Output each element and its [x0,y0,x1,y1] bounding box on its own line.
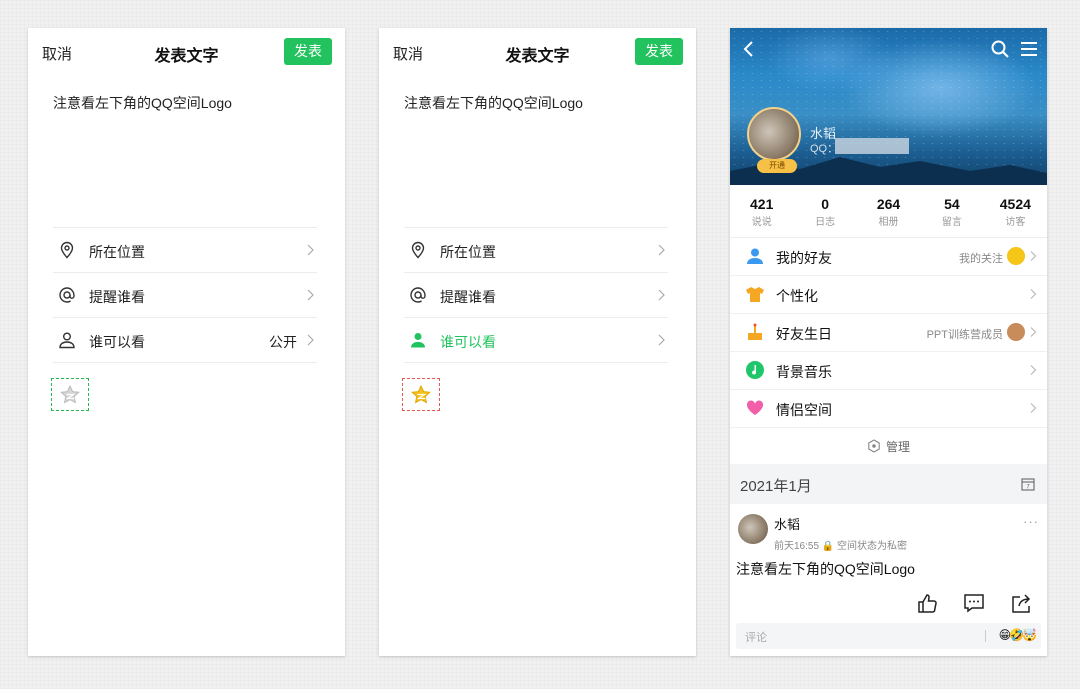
post-meta: 前天16:55 🔒 空间状态为私密 [774,541,908,552]
stat-album[interactable]: 264 相册 [857,185,920,237]
search-icon[interactable] [989,38,1011,60]
option-location[interactable]: 所在位置 [404,228,668,273]
menu-item-personalize[interactable]: 个性化 [730,276,1047,314]
menu-item-music[interactable]: 背景音乐 [730,352,1047,390]
profile-stats: 421 说说 0 日志 264 相册 54 留言 4524 访客 [730,185,1047,238]
avatar[interactable] [747,107,801,161]
heart-icon [746,400,764,415]
chevron-right-icon [307,334,314,346]
stat-messages[interactable]: 54 留言 [920,185,983,237]
at-sign-icon [410,287,426,303]
music-note-icon [746,361,764,379]
comment-icon[interactable] [963,592,985,614]
location-pin-icon [60,241,74,259]
chevron-right-icon [307,289,314,301]
compose-screen-unselected: 取消 发表文字 发表 注意看左下角的QQ空间Logo 所在位置 提醒谁看 谁可以… [28,28,345,656]
person-filled-icon [411,333,425,348]
birthday-cake-icon [748,323,762,340]
option-visibility-label: 谁可以看 [89,334,145,350]
publish-button[interactable]: 发表 [635,38,683,65]
chevron-right-icon [1030,403,1037,413]
feed-post: 水韬 前天16:55 🔒 空间状态为私密 ··· 注意看左下角的QQ空间Logo… [730,504,1047,656]
menu-item-couple[interactable]: 情侣空间 [730,390,1047,428]
option-remind[interactable]: 提醒谁看 [404,273,668,318]
qzone-star-yellow-icon [411,384,431,403]
visibility-value: 公开 [269,334,297,350]
following-avatar [1007,247,1025,265]
birthday-friend-avatar [1007,323,1025,341]
qzone-logo-highlight [402,378,440,411]
option-visibility[interactable]: 谁可以看 [404,318,668,363]
chevron-right-icon [1030,365,1037,375]
calendar-icon[interactable]: 7 [1021,477,1035,491]
qzone-star-gray-icon [60,384,80,403]
profile-banner: 开通 水韬 QQ： [730,28,1047,185]
option-visibility[interactable]: 谁可以看 公开 [53,318,317,363]
publish-button[interactable]: 发表 [284,38,332,65]
compose-options: 所在位置 提醒谁看 谁可以看 公开 [53,227,317,363]
chevron-right-icon [658,334,665,346]
more-options-button[interactable]: ··· [1023,514,1039,529]
location-pin-icon [411,241,425,259]
qzone-logo-highlight [51,378,89,411]
profile-menu: 我的好友 我的关注 个性化 好友生日 PPT训练营成员 背景音乐 情侣空间 [730,238,1047,428]
comment-placeholder: 评论 [745,632,767,644]
tshirt-icon [746,287,764,302]
chevron-right-icon [658,289,665,301]
chevron-right-icon [1030,289,1037,299]
chevron-right-icon [1030,327,1037,337]
chevron-right-icon [1030,251,1037,261]
post-author[interactable]: 水韬 [774,514,800,533]
stat-visitors[interactable]: 4524 访客 [984,185,1047,237]
option-location[interactable]: 所在位置 [53,228,317,273]
compose-text[interactable]: 注意看左下角的QQ空间Logo [53,93,232,113]
menu-item-friends[interactable]: 我的好友 我的关注 [730,238,1047,276]
chevron-right-icon [307,244,314,256]
profile-qq: QQ： [810,143,839,155]
option-remind[interactable]: 提醒谁看 [53,273,317,318]
qzone-profile-screen: 开通 水韬 QQ： 421 说说 0 日志 264 相册 54 留言 4524 访客 我的… [730,28,1047,656]
compose-header: 取消 发表文字 发表 [379,28,696,74]
chevron-right-icon [658,244,665,256]
option-location-label: 所在位置 [89,244,145,260]
date-section-header: 2021年1月 7 [730,464,1047,504]
menu-icon[interactable] [1018,38,1040,60]
friends-icon [747,248,763,264]
settings-hex-icon [868,439,880,453]
back-icon[interactable] [738,38,760,60]
person-outline-icon [59,332,75,349]
compose-options: 所在位置 提醒谁看 谁可以看 [404,227,668,363]
manage-button[interactable]: 管理 [730,428,1047,464]
compose-header: 取消 发表文字 发表 [28,28,345,74]
emoji-shortcuts[interactable]: 😁🤣🤯 [999,628,1037,642]
at-sign-icon [59,287,75,303]
option-location-label: 所在位置 [440,244,496,260]
post-avatar[interactable] [738,514,768,544]
option-visibility-label: 谁可以看 [440,334,496,350]
stat-blog[interactable]: 0 日志 [793,185,856,237]
compose-screen-selected: 取消 发表文字 发表 注意看左下角的QQ空间Logo 所在位置 提醒谁看 谁可以… [379,28,696,656]
like-icon[interactable] [916,592,938,614]
menu-item-birthday[interactable]: 好友生日 PPT训练营成员 [730,314,1047,352]
stat-shuoshuo[interactable]: 421 说说 [730,185,793,237]
share-icon[interactable] [1011,592,1033,614]
option-remind-label: 提醒谁看 [89,289,145,305]
option-remind-label: 提醒谁看 [440,289,496,305]
vip-open-badge[interactable]: 开通 [757,159,797,173]
comment-input[interactable]: 评论 😁🤣🤯 [736,623,1041,649]
redacted-qq-number [835,138,909,154]
post-text: 注意看左下角的QQ空间Logo [736,561,915,577]
comment-divider [985,630,986,642]
date-label: 2021年1月 [740,478,812,495]
compose-text[interactable]: 注意看左下角的QQ空间Logo [404,93,583,113]
